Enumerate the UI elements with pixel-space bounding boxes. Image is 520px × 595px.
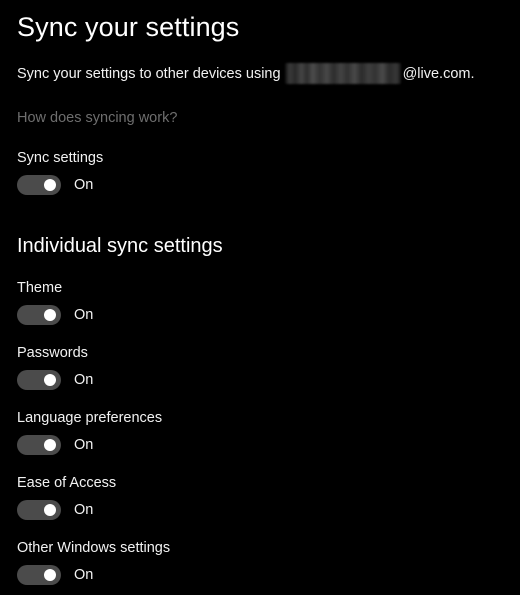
toggle-state-passwords: On [74, 372, 94, 388]
toggle-state-ease-of-access: On [74, 502, 94, 518]
toggle-knob-icon [44, 439, 56, 451]
redacted-account-block [284, 63, 401, 84]
sync-description: Sync your settings to other devices usin… [17, 63, 475, 84]
page-title: Sync your settings [17, 12, 240, 42]
toggle-passwords[interactable] [17, 370, 61, 390]
toggle-wrap-theme: On [17, 305, 93, 325]
toggle-knob-icon [44, 504, 56, 516]
toggle-wrap-sync-settings: On [17, 175, 93, 195]
setting-label-sync-settings: Sync settings [17, 150, 104, 166]
toggle-state-other-windows-settings: On [74, 567, 94, 583]
sync-description-suffix: @live.com. [402, 65, 475, 82]
toggle-wrap-passwords: On [17, 370, 93, 390]
setting-label-other-windows-settings: Other Windows settings [17, 540, 171, 556]
toggle-knob-icon [44, 309, 56, 321]
toggle-wrap-other-windows-settings: On [17, 565, 93, 585]
toggle-knob-icon [44, 374, 56, 386]
setting-label-theme: Theme [17, 280, 63, 296]
toggle-other-windows-settings[interactable] [17, 565, 61, 585]
toggle-state-sync-settings: On [74, 177, 94, 193]
toggle-wrap-language-preferences: On [17, 435, 93, 455]
sync-settings-page: Sync your settings Sync your settings to… [0, 0, 520, 595]
toggle-ease-of-access[interactable] [17, 500, 61, 520]
toggle-state-language-preferences: On [74, 437, 94, 453]
toggle-wrap-ease-of-access: On [17, 500, 93, 520]
setting-label-language-preferences: Language preferences [17, 410, 163, 426]
toggle-state-theme: On [74, 307, 94, 323]
how-does-syncing-work-link[interactable]: How does syncing work? [17, 108, 177, 128]
setting-label-ease-of-access: Ease of Access [17, 475, 117, 491]
sync-description-prefix: Sync your settings to other devices usin… [17, 65, 281, 82]
toggle-theme[interactable] [17, 305, 61, 325]
toggle-knob-icon [44, 179, 56, 191]
toggle-knob-icon [44, 569, 56, 581]
toggle-sync-settings[interactable] [17, 175, 61, 195]
setting-label-passwords: Passwords [17, 345, 88, 361]
toggle-language-preferences[interactable] [17, 435, 61, 455]
section-heading-individual-sync-settings: Individual sync settings [17, 235, 223, 257]
